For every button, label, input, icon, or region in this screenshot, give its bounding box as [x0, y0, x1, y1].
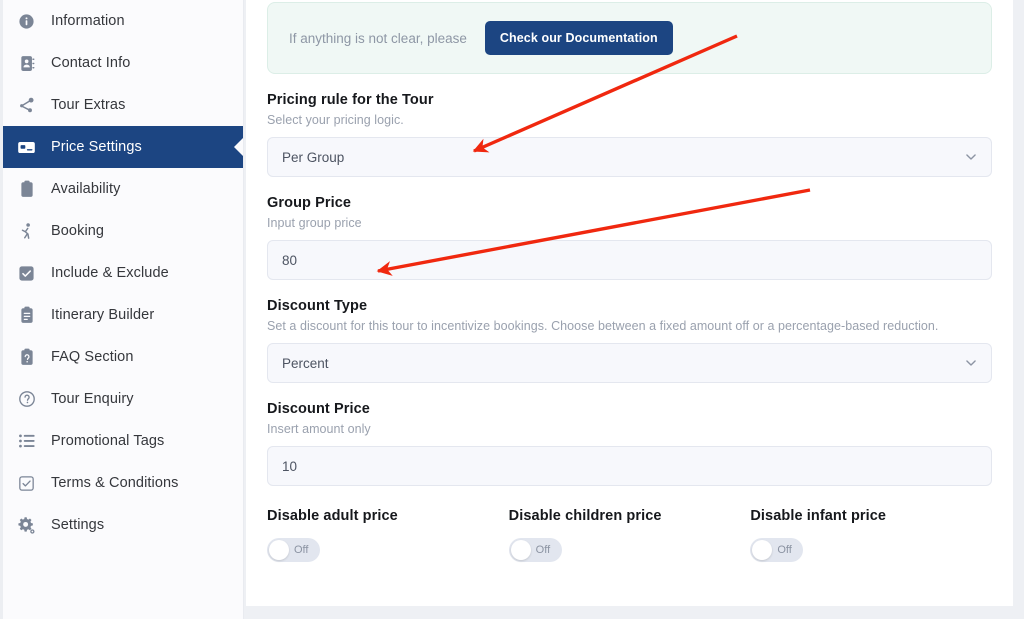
- pricing-rule-hint: Select your pricing logic.: [267, 113, 404, 127]
- share-nodes-icon: [17, 96, 36, 115]
- disable-infant-price-label: Disable infant price: [750, 508, 887, 524]
- pricing-rule-field: Pricing rule for the Tour Select your pr…: [267, 92, 992, 177]
- chevron-down-icon: [964, 150, 978, 164]
- discount-price-value: 10: [282, 458, 298, 474]
- sidebar-item-tour-enquiry[interactable]: Tour Enquiry: [3, 378, 243, 420]
- sidebar-item-label: Price Settings: [51, 139, 142, 155]
- sidebar-nav: Information Contact Info Tour Extras Pri…: [0, 0, 244, 619]
- sidebar-item-include-exclude[interactable]: Include & Exclude: [3, 252, 243, 294]
- discount-price-input[interactable]: 10: [267, 446, 992, 486]
- price-card-icon: [17, 138, 36, 157]
- sidebar-item-availability[interactable]: Availability: [3, 168, 243, 210]
- sidebar-item-label: Itinerary Builder: [51, 307, 155, 323]
- disable-adult-price-group: Disable adult price Off: [267, 508, 509, 562]
- clipboard-list-icon: [17, 306, 36, 325]
- price-settings-screen: Information Contact Info Tour Extras Pri…: [0, 0, 1024, 619]
- disable-adult-price-toggle[interactable]: Off: [267, 538, 320, 562]
- discount-price-field: Discount Price Insert amount only 10: [267, 401, 992, 486]
- toggle-knob: [269, 540, 289, 560]
- group-price-field: Group Price Input group price 80: [267, 195, 992, 280]
- toggle-knob: [752, 540, 773, 560]
- contact-book-icon: [17, 54, 36, 73]
- sidebar-item-label: Tour Extras: [51, 97, 126, 113]
- walking-person-icon: [17, 222, 36, 241]
- pricing-rule-title: Pricing rule for the Tour: [267, 92, 434, 108]
- sidebar-item-label: Booking: [51, 223, 105, 239]
- chevron-down-icon: [964, 356, 978, 370]
- discount-price-hint: Insert amount only: [267, 422, 371, 436]
- sidebar-item-contact-info[interactable]: Contact Info: [3, 42, 243, 84]
- sidebar-item-faq-section[interactable]: FAQ Section: [3, 336, 243, 378]
- check-square-icon: [17, 474, 36, 493]
- info-circle-icon: [17, 12, 36, 31]
- disable-children-price-toggle[interactable]: Off: [508, 538, 562, 562]
- sidebar-item-label: Contact Info: [51, 55, 131, 71]
- sidebar-item-information[interactable]: Information: [3, 0, 243, 42]
- list-ul-icon: [17, 432, 36, 451]
- clipboard-help-icon: [17, 348, 36, 367]
- group-price-hint: Input group price: [267, 216, 362, 230]
- group-price-title: Group Price: [267, 195, 352, 211]
- disable-infant-price-toggle[interactable]: Off: [750, 538, 804, 562]
- question-circle-icon: [17, 390, 36, 409]
- pricing-rule-select[interactable]: Per Group: [267, 137, 992, 177]
- price-settings-panel: If anything is not clear, please Check o…: [246, 0, 1013, 606]
- discount-type-select[interactable]: Percent: [267, 343, 992, 383]
- toggle-state-text: Off: [777, 544, 792, 556]
- sidebar-item-label: Tour Enquiry: [51, 391, 134, 407]
- check-documentation-button[interactable]: Check our Documentation: [484, 21, 673, 55]
- sidebar-item-tour-extras[interactable]: Tour Extras: [3, 84, 243, 126]
- discount-type-field: Discount Type Set a discount for this to…: [267, 298, 992, 383]
- discount-type-title: Discount Type: [267, 298, 368, 314]
- toggle-knob: [510, 540, 531, 560]
- pricing-rule-value: Per Group: [282, 149, 345, 165]
- group-price-input[interactable]: 80: [267, 240, 992, 280]
- sidebar-item-label: Information: [51, 13, 125, 29]
- sidebar-item-terms-conditions[interactable]: Terms & Conditions: [3, 462, 243, 504]
- toggle-state-text: Off: [294, 544, 309, 556]
- discount-type-hint: Set a discount for this tour to incentiv…: [267, 319, 939, 333]
- gear-icon: [17, 516, 36, 535]
- discount-type-value: Percent: [282, 355, 329, 371]
- notice-text: If anything is not clear, please: [289, 30, 467, 46]
- disable-children-price-label: Disable children price: [508, 508, 662, 524]
- sidebar-item-price-settings[interactable]: Price Settings: [3, 126, 243, 168]
- sidebar-item-itinerary-builder[interactable]: Itinerary Builder: [3, 294, 243, 336]
- sidebar-item-label: Settings: [51, 517, 105, 533]
- clipboard-icon: [17, 180, 36, 199]
- discount-price-title: Discount Price: [267, 401, 370, 417]
- sidebar-item-booking[interactable]: Booking: [3, 210, 243, 252]
- sidebar-item-label: Promotional Tags: [51, 433, 165, 449]
- sidebar-item-label: FAQ Section: [51, 349, 134, 365]
- disable-children-price-group: Disable children price Off: [508, 508, 751, 562]
- documentation-notice-banner: If anything is not clear, please Check o…: [267, 2, 992, 74]
- disable-adult-price-label: Disable adult price: [267, 508, 398, 524]
- sidebar-item-label: Include & Exclude: [51, 265, 169, 281]
- group-price-value: 80: [282, 252, 298, 268]
- price-toggles-row: Disable adult price Off Disable children…: [267, 508, 992, 562]
- check-square-icon: [17, 264, 36, 283]
- disable-infant-price-group: Disable infant price Off: [750, 508, 992, 562]
- toggle-state-text: Off: [535, 544, 551, 556]
- sidebar-item-promotional-tags[interactable]: Promotional Tags: [3, 420, 243, 462]
- sidebar-item-label: Terms & Conditions: [51, 475, 179, 491]
- sidebar-item-settings[interactable]: Settings: [3, 504, 243, 546]
- sidebar-item-label: Availability: [51, 181, 121, 197]
